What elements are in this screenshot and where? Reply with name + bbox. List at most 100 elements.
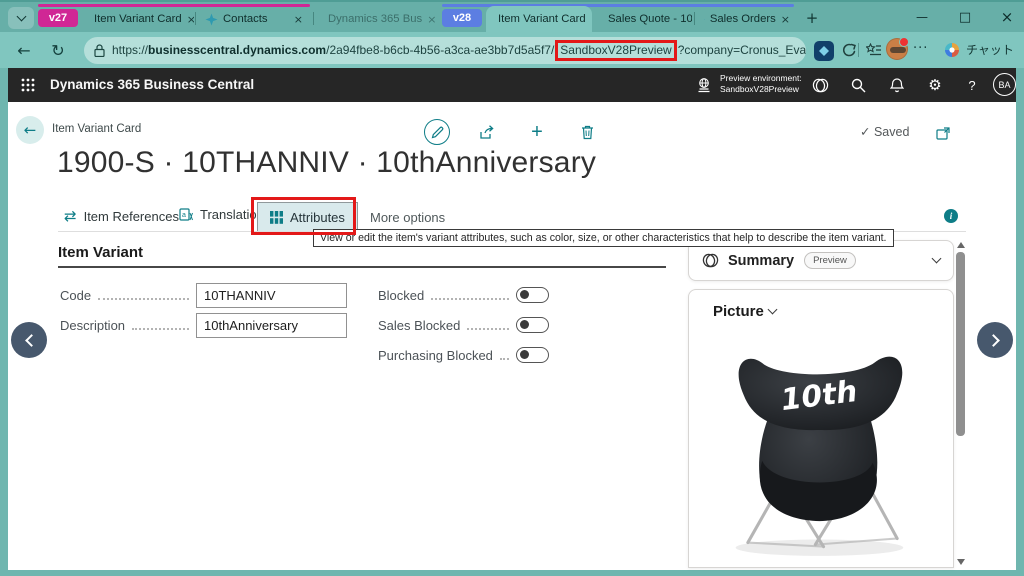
tab-close-icon[interactable]: × <box>591 13 592 26</box>
bc-copilot-icon[interactable] <box>810 76 830 94</box>
summary-copilot-icon <box>702 253 719 268</box>
lock-icon <box>94 44 105 57</box>
browser-refresh-button[interactable]: ↻ <box>46 39 70 61</box>
tab-close-icon[interactable]: × <box>294 13 303 26</box>
tab-label: Sales Orders <box>710 13 776 25</box>
toggle-row-blocked: Blocked <box>378 282 549 308</box>
chevron-right-icon <box>987 334 1000 347</box>
tab-group-v28[interactable]: v28 <box>442 9 482 27</box>
url-highlight-annotation: SandboxV28Preview <box>555 40 676 61</box>
tab-label: Item Variant Card <box>94 13 182 25</box>
tab-dynamics-365[interactable]: Dynamics 365 Bus × <box>316 6 436 32</box>
blocked-toggle[interactable] <box>516 287 549 303</box>
field-label-code: Code <box>60 288 91 303</box>
chevron-down-icon <box>767 305 777 315</box>
bc-app-header: Dynamics 365 Business Central Preview en… <box>8 68 1016 102</box>
picture-title[interactable]: Picture <box>713 303 776 320</box>
info-icon[interactable]: i <box>944 209 958 223</box>
help-icon[interactable]: ? <box>962 76 982 94</box>
page-caption: Item Variant Card <box>52 123 141 135</box>
tab-sales-orders[interactable]: Sales Orders × <box>697 6 797 32</box>
bc-app-title[interactable]: Dynamics 365 Business Central <box>50 77 254 92</box>
notifications-bell-icon[interactable] <box>887 76 907 94</box>
browser-profile-avatar[interactable] <box>886 38 908 60</box>
browser-toolbar: ← ↻ https://businesscentral.dynamics.com… <box>0 32 1024 68</box>
share-button[interactable] <box>474 119 500 145</box>
chevron-down-icon[interactable] <box>932 254 942 264</box>
new-button[interactable]: + <box>524 119 550 145</box>
tab-close-icon[interactable]: × <box>187 13 194 26</box>
extension-badge-icon[interactable] <box>814 41 834 61</box>
sales-blocked-toggle[interactable] <box>516 317 549 333</box>
tab-contacts[interactable]: Contacts × <box>198 6 310 32</box>
section-title: Item Variant <box>58 244 143 261</box>
browser-back-button[interactable]: ← <box>12 39 36 61</box>
favorites-list-icon[interactable] <box>864 41 882 59</box>
chevron-left-icon <box>25 334 38 347</box>
open-in-new-window-icon[interactable] <box>930 120 956 146</box>
tab-close-icon[interactable]: × <box>781 13 790 26</box>
tab-label: Item Variant Card <box>498 13 586 25</box>
environment-icon[interactable] <box>694 76 714 94</box>
page-back-button[interactable]: ← <box>16 116 44 144</box>
environment-label: Preview environment: <box>720 73 802 84</box>
toggle-knob <box>520 320 529 329</box>
description-input[interactable] <box>196 313 347 338</box>
purchasing-blocked-toggle[interactable] <box>516 347 549 363</box>
tab-sales-quote[interactable]: Sales Quote - 100 × <box>596 6 692 32</box>
action-attributes[interactable]: Attributes <box>257 202 358 232</box>
item-picture-chair[interactable]: 10th <box>709 340 934 560</box>
minimize-button[interactable]: — <box>905 4 939 30</box>
waffle-menu-icon[interactable] <box>18 76 38 94</box>
tab-strip: v27 v28 Item Variant Card × Contacts × D… <box>0 2 1024 32</box>
attributes-grid-icon <box>270 211 283 224</box>
maximize-button[interactable]: □ <box>948 4 982 30</box>
tab-close-icon[interactable]: × <box>427 13 436 26</box>
browser-window: v27 v28 Item Variant Card × Contacts × D… <box>0 0 1024 576</box>
copilot-label: チャット <box>966 41 1014 58</box>
action-item-references[interactable]: ⇄ Item References <box>64 207 179 225</box>
tab-divider <box>195 12 196 25</box>
delete-trash-button[interactable] <box>574 119 600 145</box>
action-more-options[interactable]: More options <box>370 210 445 225</box>
chevron-down-icon <box>16 12 26 22</box>
toggle-label-blocked: Blocked <box>378 288 424 303</box>
dotted-leader <box>132 321 189 330</box>
copilot-chat-button[interactable]: チャット <box>936 37 1022 62</box>
browser-menu-icon[interactable]: ... <box>913 37 928 52</box>
summary-title: Summary <box>728 253 794 269</box>
previous-record-button[interactable] <box>11 322 47 358</box>
page-title: 1900-S · 10THANNIV · 10thAnniversary <box>57 146 596 180</box>
tab-search-button[interactable] <box>8 7 34 29</box>
next-record-button[interactable] <box>977 322 1013 358</box>
tab-item-variant-card-active[interactable]: Item Variant Card × <box>486 6 592 32</box>
tab-item-variant-card-1[interactable]: Item Variant Card × <box>82 6 194 32</box>
scroll-down-arrow[interactable] <box>957 559 965 565</box>
saved-status: ✓ Saved <box>860 124 909 139</box>
search-icon[interactable] <box>848 76 868 94</box>
scroll-up-arrow[interactable] <box>957 242 965 248</box>
bc-favicon <box>205 13 218 26</box>
address-bar[interactable]: https://businesscentral.dynamics.com/2a9… <box>84 37 806 64</box>
toggle-knob <box>520 290 529 299</box>
field-row-code: Code <box>60 282 347 308</box>
tab-label: Sales Quote - 100 <box>608 13 692 25</box>
edit-pencil-button[interactable] <box>424 119 450 145</box>
dotted-leader <box>500 351 509 360</box>
toggle-label-purchasing-blocked: Purchasing Blocked <box>378 348 493 363</box>
bc-user-avatar[interactable]: BA <box>993 73 1016 96</box>
tab-label: Dynamics 365 Bus <box>328 13 422 25</box>
code-input[interactable] <box>196 283 347 308</box>
field-label-description: Description <box>60 318 125 333</box>
environment-name: SandboxV28Preview <box>720 84 802 95</box>
toggle-row-purchasing-blocked: Purchasing Blocked <box>378 342 549 368</box>
scrollbar-thumb[interactable] <box>956 252 965 436</box>
attributes-tooltip: View or edit the item's variant attribut… <box>313 229 894 247</box>
extensions-icon[interactable] <box>840 41 858 59</box>
tab-group-v27[interactable]: v27 <box>38 9 78 27</box>
environment-info: Preview environment: SandboxV28Preview <box>720 73 802 95</box>
new-tab-button[interactable]: + <box>800 7 824 29</box>
close-window-button[interactable]: × <box>990 4 1024 30</box>
settings-gear-icon[interactable]: ⚙ <box>925 76 945 94</box>
preview-badge: Preview <box>804 252 856 269</box>
